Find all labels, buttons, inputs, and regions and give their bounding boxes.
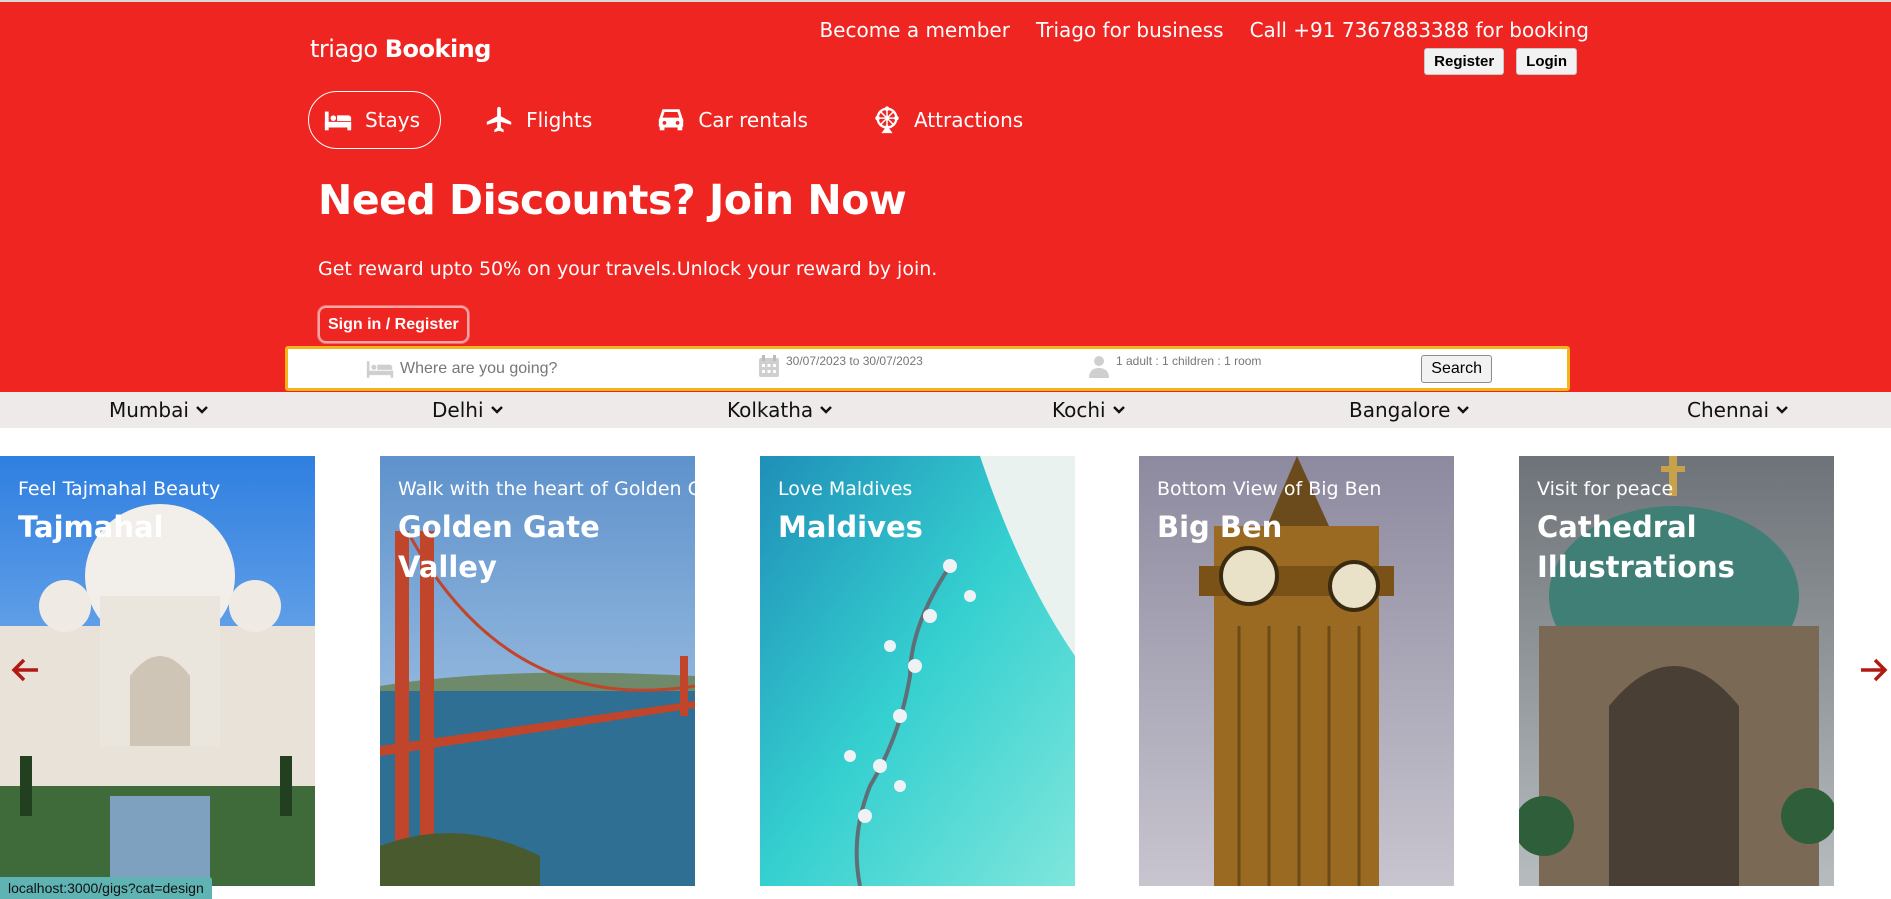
card-subtitle: Love Maldives [778,478,913,500]
arrow-right-icon [1861,658,1888,682]
header: triago Booking Become a member Triago fo… [0,0,1891,392]
arrow-left-icon [11,658,38,682]
destination-card-golden-gate[interactable]: Walk with the heart of Golden Gate Golde… [380,456,695,886]
register-button[interactable]: Register [1424,48,1505,75]
card-title: Maldives [778,510,923,544]
destination-card-maldives[interactable]: Love Maldives Maldives [760,456,1075,886]
car-icon [659,109,684,131]
city-mumbai[interactable]: Mumbai [109,392,209,428]
category-nav: Stays Flights Car rentals Attractions [308,91,1072,149]
card-title: Cathedral Illustrations [1537,510,1735,584]
city-bangalore[interactable]: Bangalore [1349,392,1470,428]
carousel-prev-arrow[interactable] [10,655,40,685]
guests-summary: 1 adult : 1 children : 1 room [1116,354,1262,368]
bed-icon [366,360,394,378]
become-member-link[interactable]: Become a member [819,18,1010,42]
sign-in-register-button[interactable]: Sign in / Register [318,306,469,343]
chevron-down-icon [1457,406,1470,414]
city-delhi[interactable]: Delhi [432,392,504,428]
carousel-next-arrow[interactable] [1859,655,1889,685]
city-kolkatha[interactable]: Kolkatha [727,392,833,428]
auth-buttons: Register Login [1424,48,1577,75]
nav-stays[interactable]: Stays [308,91,442,149]
date-range: 30/07/2023 to 30/07/2023 [786,354,923,368]
card-title: Tajmahal [18,510,164,544]
destination-carousel: Feel Tajmahal Beauty Tajmahal Walk with … [0,456,1891,886]
nav-attractions[interactable]: Attractions [857,91,1044,149]
guests-field[interactable]: 1 adult : 1 children : 1 room [1088,349,1261,388]
chevron-down-icon [490,406,503,414]
card-title: Big Ben [1157,510,1283,544]
destination-card-cathedral[interactable]: Visit for peace Cathedral Illustrations [1519,456,1834,886]
plane-icon [486,106,512,133]
search-bar: 30/07/2023 to 30/07/2023 1 adult : 1 chi… [285,346,1570,391]
card-subtitle: Feel Tajmahal Beauty [18,478,221,500]
browser-status-url: localhost:3000/gigs?cat=design [0,877,212,899]
card-subtitle: Visit for peace [1537,478,1674,500]
top-links: Become a member Triago for business Call… [819,18,1589,42]
calendar-icon [759,355,779,377]
page: triago Booking Become a member Triago fo… [0,0,1891,899]
date-field[interactable]: 30/07/2023 to 30/07/2023 [758,349,923,388]
city-chennai[interactable]: Chennai [1687,392,1789,428]
city-kochi[interactable]: Kochi [1052,392,1126,428]
search-button[interactable]: Search [1421,355,1492,383]
destination-card-big-ben[interactable]: Bottom View of Big Ben Big Ben [1139,456,1454,886]
card-subtitle: Walk with the heart of Golden Gate [398,478,695,500]
person-icon [1089,356,1109,378]
chevron-down-icon [196,406,208,414]
card-subtitle: Bottom View of Big Ben [1157,478,1382,500]
chevron-down-icon [1112,406,1125,414]
logo[interactable]: triago Booking [310,35,491,63]
login-button[interactable]: Login [1516,48,1577,75]
hero-title: Need Discounts? Join Now [318,176,907,224]
nav-flights[interactable]: Flights [469,91,613,149]
nav-car-rentals[interactable]: Car rentals [641,91,829,149]
call-link[interactable]: Call +91 7367883388 for booking [1250,18,1589,42]
chevron-down-icon [1776,406,1788,414]
ferris-wheel-icon [875,106,899,134]
hero-subtitle: Get reward upto 50% on your travels.Unlo… [318,258,938,280]
destination-card-tajmahal[interactable]: Feel Tajmahal Beauty Tajmahal [0,456,315,886]
bed-icon [324,111,352,131]
business-link[interactable]: Triago for business [1036,18,1224,42]
card-title: Golden Gate Valley [398,510,600,584]
chevron-down-icon [820,406,833,414]
destination-input[interactable] [400,359,660,378]
city-bar: Mumbai Delhi Kolkatha Kochi Bangalore Ch… [0,392,1891,428]
destination-field [366,349,660,388]
